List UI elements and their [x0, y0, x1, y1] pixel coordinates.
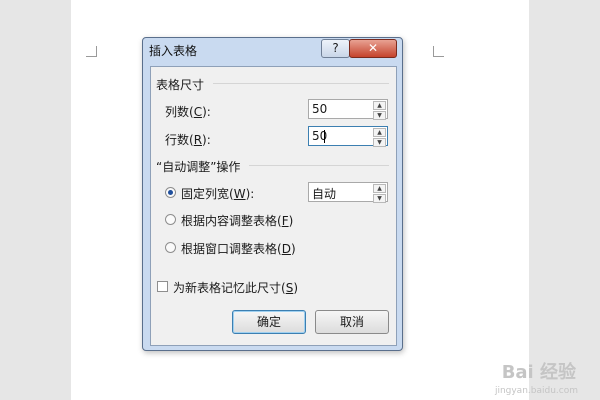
dialog-titlebar[interactable]: 插入表格 ? ✕: [143, 38, 402, 60]
dialog-title: 插入表格: [149, 44, 198, 58]
help-icon: ?: [332, 41, 339, 55]
watermark-url: jingyan.baidu.com: [494, 386, 578, 396]
fixed-width-value[interactable]: 自动: [312, 185, 336, 202]
close-icon: ✕: [367, 41, 379, 55]
group-divider: [249, 165, 389, 166]
cancel-button[interactable]: 取消: [315, 310, 389, 334]
columns-spinner[interactable]: 50 ▲ ▼: [308, 99, 388, 120]
columns-value[interactable]: 50: [312, 102, 327, 116]
radio-autofit-content[interactable]: [165, 214, 176, 225]
fixed-width-spinner[interactable]: 自动 ▲ ▼: [308, 182, 388, 203]
spin-up-icon[interactable]: ▲: [373, 101, 386, 110]
remember-size-label[interactable]: 为新表格记忆此尺寸(S): [173, 279, 298, 296]
spin-down-icon[interactable]: ▼: [373, 138, 386, 147]
ok-button[interactable]: 确定: [232, 310, 306, 334]
autofit-content-label[interactable]: 根据内容调整表格(F): [181, 212, 293, 229]
group-divider: [213, 83, 389, 84]
spin-down-icon[interactable]: ▼: [373, 111, 386, 120]
rows-spinner[interactable]: 50 ▲ ▼: [308, 126, 388, 147]
help-button[interactable]: ?: [321, 39, 350, 58]
spin-up-icon[interactable]: ▲: [373, 184, 386, 193]
autofit-group-label: “自动调整”操作: [156, 160, 241, 174]
watermark-logo: Bai 经验: [501, 362, 576, 383]
rows-label: 行数(R):: [165, 133, 211, 147]
close-button[interactable]: ✕: [349, 39, 397, 58]
table-size-group-label: 表格尺寸: [156, 78, 205, 92]
page-margin-corner-left: [86, 46, 97, 57]
radio-autofit-window[interactable]: [165, 242, 176, 253]
autofit-window-label[interactable]: 根据窗口调整表格(D): [181, 240, 296, 257]
dialog-client-area: 表格尺寸 列数(C): 50 ▲ ▼ 行数(R): 50 ▲ ▼ “自动调整”操…: [150, 66, 397, 346]
spin-down-icon[interactable]: ▼: [373, 194, 386, 203]
remember-size-checkbox[interactable]: [157, 281, 168, 292]
columns-label: 列数(C):: [165, 105, 211, 119]
page-margin-corner-right: [433, 46, 444, 57]
fixed-width-label[interactable]: 固定列宽(W):: [181, 185, 254, 202]
insert-table-dialog: 插入表格 ? ✕ 表格尺寸 列数(C): 50 ▲ ▼ 行数(R): 50 ▲ …: [142, 37, 403, 351]
text-caret: [324, 130, 325, 143]
radio-fixed-width[interactable]: [165, 187, 176, 198]
spin-up-icon[interactable]: ▲: [373, 128, 386, 137]
